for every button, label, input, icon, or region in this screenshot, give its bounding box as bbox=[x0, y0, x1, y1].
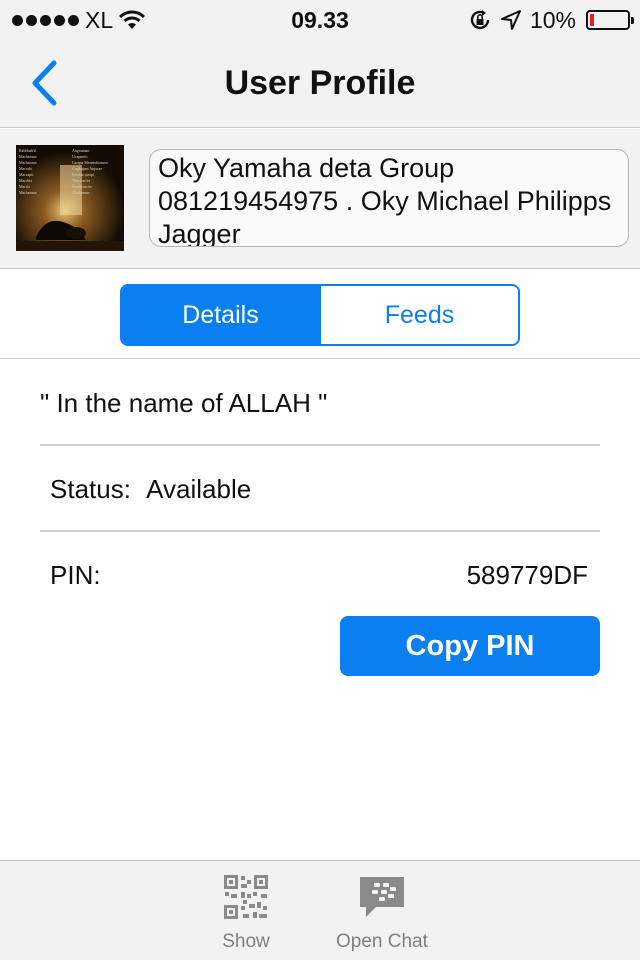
svg-text:Marifa: Marifa bbox=[19, 184, 30, 189]
svg-text:Ucapanfo: Ucapanfo bbox=[72, 154, 88, 159]
open-chat-button[interactable]: Open Chat bbox=[336, 873, 428, 953]
svg-text:Marhamun: Marhamun bbox=[19, 160, 37, 165]
segmented-control: Details Feeds bbox=[120, 284, 520, 346]
svg-text:Berdoa jurapi: Berdoa jurapi bbox=[72, 172, 95, 177]
tab-details[interactable]: Details bbox=[122, 286, 319, 344]
svg-text:Marrahi: Marrahi bbox=[19, 166, 33, 171]
svg-text:Marhamun: Marhamun bbox=[19, 154, 37, 159]
bottom-toolbar: Show Open Chat bbox=[0, 860, 640, 960]
svg-text:Mardini: Mardini bbox=[19, 178, 33, 183]
tab-feeds[interactable]: Feeds bbox=[319, 286, 518, 344]
svg-text:Ungkapan Anjuran: Ungkapan Anjuran bbox=[72, 166, 102, 171]
show-barcode-button[interactable]: Show bbox=[222, 873, 270, 953]
copy-pin-button[interactable]: Copy PIN bbox=[340, 616, 600, 676]
svg-text:Marhamun: Marhamun bbox=[19, 190, 37, 195]
open-chat-label: Open Chat bbox=[336, 931, 428, 952]
svg-text:Sendirian ke: Sendirian ke bbox=[72, 184, 92, 189]
svg-text:Rabbhah'il: Rabbhah'il bbox=[19, 148, 37, 153]
display-name-line-1: Oky Yamaha deta Group bbox=[158, 153, 455, 183]
svg-text:Akuhaman: Akuhaman bbox=[72, 190, 90, 195]
display-name-line-3: Jagger bbox=[158, 219, 241, 247]
battery-icon bbox=[586, 10, 634, 30]
divider bbox=[40, 530, 600, 532]
battery-percent: 10% bbox=[529, 6, 576, 33]
qr-code-icon bbox=[224, 875, 268, 919]
svg-text:Tanyaan ke: Tanyaan ke bbox=[72, 178, 90, 183]
display-name-box: Oky Yamaha deta Group 081219454975 . Oky… bbox=[149, 149, 629, 247]
avatar-image: Rabbhah'il Angsuman Marhamun Ucapanfo Marh… bbox=[16, 145, 124, 251]
avatar[interactable]: Rabbhah'il Angsuman Marhamun Ucapanfo Marh… bbox=[16, 145, 124, 251]
status-label: Status: bbox=[50, 474, 131, 504]
navigation-bar: User Profile bbox=[0, 40, 640, 128]
rotation-lock-icon bbox=[470, 10, 490, 30]
profile-header: Rabbhah'il Angsuman Marhamun Ucapanfo Marh… bbox=[0, 129, 640, 269]
battery-level bbox=[590, 14, 594, 26]
chat-bubble-icon bbox=[359, 877, 404, 917]
location-arrow-icon bbox=[500, 10, 521, 30]
svg-text:Angsuman: Angsuman bbox=[72, 148, 89, 153]
pin-value: 589779DF bbox=[466, 560, 588, 590]
personal-message: " In the name of ALLAH " bbox=[40, 388, 328, 418]
display-name-line-2: 081219454975 . Oky Michael Philipps bbox=[158, 186, 612, 216]
show-label: Show bbox=[222, 931, 270, 952]
svg-text:Carapa Menembomon: Carapa Menembomon bbox=[72, 160, 108, 165]
status-row: Status: Available bbox=[50, 474, 610, 505]
divider bbox=[40, 444, 600, 446]
page-title: User Profile bbox=[224, 64, 416, 102]
status-bar: XL 09.33 10% bbox=[0, 0, 640, 40]
status-value: Available bbox=[146, 474, 252, 504]
svg-text:Marzapti: Marzapti bbox=[19, 172, 34, 177]
segment-area: Details Feeds bbox=[0, 270, 640, 359]
status-right: 10% bbox=[468, 6, 634, 34]
